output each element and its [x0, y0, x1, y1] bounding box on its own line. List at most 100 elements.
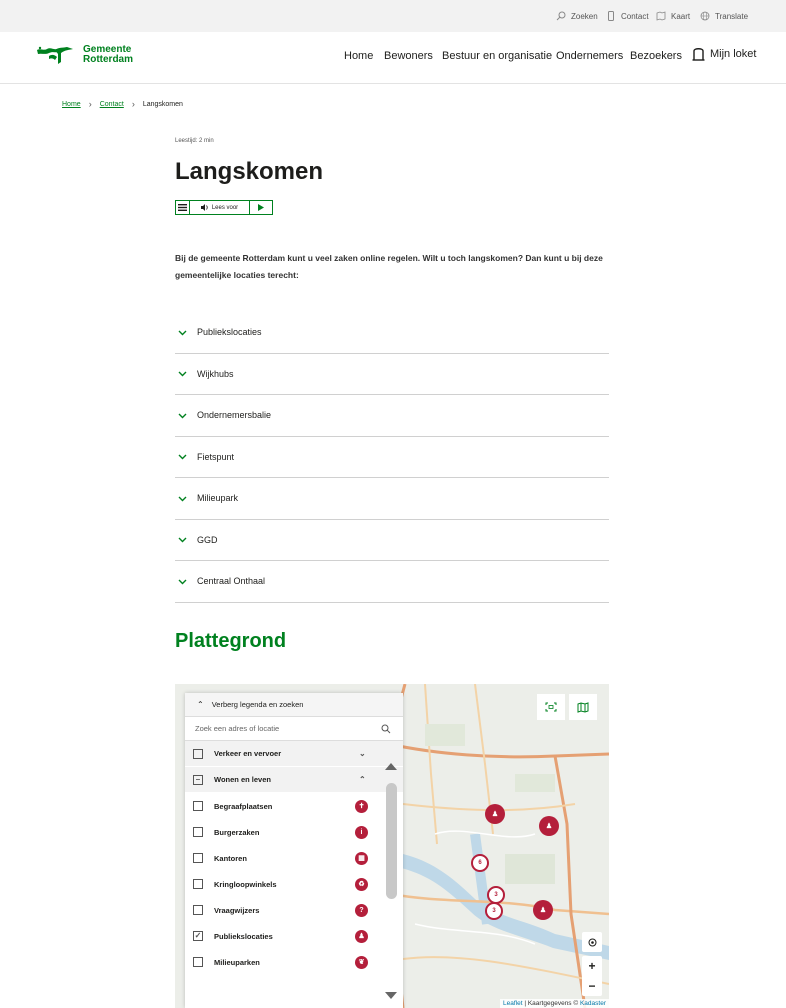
reading-time: Leestijd: 2 min — [175, 138, 214, 144]
info-icon: i — [355, 825, 368, 839]
accordion-milieupark[interactable]: Milieupark — [175, 478, 609, 520]
checkbox[interactable] — [193, 827, 203, 837]
legend-layer-publiekslocaties[interactable]: ✓ Publiekslocaties ♟ — [185, 923, 403, 949]
play-button[interactable] — [250, 201, 272, 214]
map-search-input[interactable]: Zoek een adres of locatie — [185, 717, 403, 741]
legend-toggle[interactable]: ⌃ Verberg legenda en zoeken — [185, 693, 403, 717]
site-header: Gemeente Rotterdam Home Bewoners Bestuur… — [0, 32, 786, 84]
map-link-label: Kaart — [671, 11, 691, 21]
accordion-ondernemersbalie[interactable]: Ondernemersbalie — [175, 395, 609, 437]
zoom-in-button[interactable]: + — [588, 956, 595, 976]
fullscreen-button[interactable] — [537, 694, 565, 720]
legend-layer-label: Kringloopwinkels — [214, 879, 277, 889]
legend-layer-label: Vraagwijzers — [214, 905, 260, 915]
scroll-up-icon — [385, 763, 397, 770]
map-link[interactable]: Kaart — [656, 0, 690, 32]
cemetery-icon: ✝ — [355, 799, 368, 813]
logo-icon — [37, 46, 73, 64]
scrollbar-thumb[interactable] — [386, 783, 397, 899]
nav-bestuur[interactable]: Bestuur en organisatie — [442, 50, 552, 62]
translate-link[interactable]: Translate — [700, 0, 748, 32]
accordion-label: Ondernemersbalie — [197, 410, 272, 421]
nav-home[interactable]: Home — [344, 50, 373, 62]
checkbox[interactable] — [193, 748, 203, 759]
legend-layer-begraafplaatsen[interactable]: Begraafplaatsen ✝ — [185, 793, 403, 819]
nav-ondernemers[interactable]: Ondernemers — [556, 50, 623, 62]
accordion-centraal-onthaal[interactable]: Centraal Onthaal — [175, 561, 609, 603]
chevron-down-icon — [178, 330, 187, 336]
accordion-publiekslocaties[interactable]: Publiekslocaties — [175, 312, 609, 354]
legend-layer-label: Burgerzaken — [214, 827, 260, 837]
accordion-wijkhubs[interactable]: Wijkhubs — [175, 354, 609, 395]
read-aloud-label: Lees voor — [211, 204, 239, 211]
legend-category-label: Verkeer en vervoer — [214, 749, 282, 758]
nav-bezoekers[interactable]: Bezoekers — [630, 50, 682, 62]
menu-icon[interactable] — [176, 201, 190, 214]
globe-icon — [700, 11, 710, 21]
search-link[interactable]: Zoeken — [556, 0, 598, 32]
checkbox[interactable] — [193, 879, 203, 889]
translate-link-label: Translate — [715, 11, 749, 21]
checkbox-partial[interactable]: – — [193, 774, 203, 785]
attribution-text: | Kaartgegevens © — [522, 1000, 580, 1007]
legend-toggle-label: Verberg legenda en zoeken — [211, 700, 304, 709]
legend-category-wonen[interactable]: – Wonen en leven ⌃ — [185, 767, 403, 793]
legend-layer-label: Publiekslocaties — [214, 931, 273, 941]
logo-line2: Rotterdam — [83, 54, 134, 65]
legend-layer-kringloopwinkels[interactable]: Kringloopwinkels ♻ — [185, 871, 403, 897]
readspeaker-bar: Lees voor — [175, 200, 273, 215]
door-icon — [692, 48, 705, 61]
legend-layer-label: Milieuparken — [214, 957, 260, 967]
breadcrumb: Home › Contact › Langskomen — [62, 99, 183, 109]
legend-layer-burgerzaken[interactable]: Burgerzaken i — [185, 819, 403, 845]
zoom-out-button[interactable]: − — [588, 976, 595, 996]
read-aloud-button[interactable]: Lees voor — [190, 201, 250, 214]
map-marker[interactable]: ♟ — [539, 816, 559, 836]
nav-bewoners[interactable]: Bewoners — [384, 50, 433, 62]
accordion-ggd[interactable]: GGD — [175, 520, 609, 561]
chevron-down-icon — [178, 454, 187, 460]
recycle-icon: ♻ — [355, 877, 368, 891]
map-cluster[interactable]: 3 — [487, 886, 505, 904]
people-icon: ♟ — [355, 929, 368, 943]
utility-bar: Zoeken Contact Kaart Translate — [0, 0, 786, 32]
logo[interactable]: Gemeente Rotterdam — [35, 44, 133, 66]
kadaster-link[interactable]: Kadaster — [580, 1000, 606, 1007]
breadcrumb-current: Langskomen — [142, 100, 183, 108]
mijn-loket-link[interactable]: Mijn loket — [692, 47, 756, 61]
map-cluster[interactable]: 3 — [485, 902, 503, 920]
breadcrumb-contact[interactable]: Contact — [100, 101, 124, 108]
breadcrumb-home[interactable]: Home — [62, 101, 81, 108]
legend-layer-label: Kantoren — [214, 853, 247, 863]
accordion-label: Publiekslocaties — [197, 327, 262, 338]
checkbox[interactable] — [193, 853, 203, 863]
locate-button[interactable] — [582, 932, 602, 952]
map-icon — [577, 701, 589, 713]
map-cluster[interactable]: 6 — [471, 854, 489, 872]
accordion-fietspunt[interactable]: Fietspunt — [175, 437, 609, 478]
leaf-icon: ❦ — [355, 955, 368, 969]
layers-button[interactable] — [569, 694, 597, 720]
checkbox[interactable] — [193, 801, 203, 811]
legend-layer-milieuparken[interactable]: Milieuparken ❦ — [185, 949, 403, 975]
search-link-label: Zoeken — [571, 11, 598, 21]
search-icon — [381, 724, 391, 733]
checkbox[interactable] — [193, 957, 203, 967]
leaflet-link[interactable]: Leaflet — [503, 1000, 523, 1007]
contact-link[interactable]: Contact — [606, 0, 649, 32]
map[interactable]: ♟ ♟ ♟ 6 3 3 ⌃ Verberg legenda en zoeken … — [175, 684, 609, 1008]
legend-scrollbar[interactable] — [383, 755, 399, 1008]
legend-category-verkeer[interactable]: Verkeer en vervoer ⌄ — [185, 741, 403, 767]
legend-layer-kantoren[interactable]: Kantoren ▦ — [185, 845, 403, 871]
zoom-control: + − — [582, 956, 602, 996]
map-search-placeholder: Zoek een adres of locatie — [195, 724, 280, 733]
map-marker[interactable]: ♟ — [485, 804, 505, 824]
map-marker[interactable]: ♟ — [533, 900, 553, 920]
fullscreen-icon — [545, 702, 557, 712]
checkbox-checked[interactable]: ✓ — [193, 931, 203, 941]
accordion-label: GGD — [197, 534, 218, 545]
checkbox[interactable] — [193, 905, 203, 915]
legend-layer-vraagwijzers[interactable]: Vraagwijzers ? — [185, 897, 403, 923]
map-icon — [656, 11, 666, 21]
mijn-loket-label: Mijn loket — [710, 48, 757, 60]
